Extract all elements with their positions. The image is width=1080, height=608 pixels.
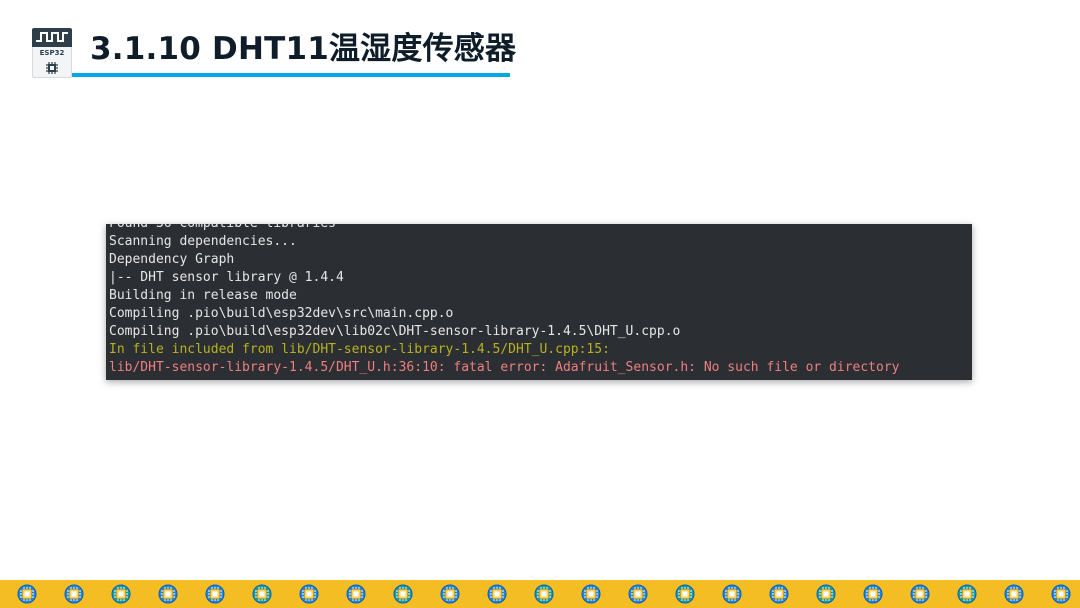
chip-icon <box>910 584 930 604</box>
footer-chip-row <box>0 580 1080 608</box>
chip-icon <box>487 584 507 604</box>
chip-icon <box>769 584 789 604</box>
chip-icon <box>581 584 601 604</box>
chip-icon <box>534 584 554 604</box>
terminal-log: Found 36 compatible librariesScanning de… <box>109 224 900 377</box>
chip-icon <box>863 584 883 604</box>
chip-icon <box>1004 584 1024 604</box>
chip-icon <box>111 584 131 604</box>
footer-band <box>0 580 1080 608</box>
chip-icon <box>816 584 836 604</box>
chip-icon <box>64 584 84 604</box>
chip-icon <box>252 584 272 604</box>
terminal-line: |-- DHT sensor library @ 1.4.4 <box>109 270 344 285</box>
chip-icon <box>158 584 178 604</box>
page-title: 3.1.10 DHT11温湿度传感器 <box>90 31 517 67</box>
terminal-line: Building in release mode <box>109 288 297 303</box>
chip-icon <box>46 62 58 74</box>
chip-icon <box>957 584 977 604</box>
logo-waveform-banner <box>32 28 72 47</box>
esp32-logo: ESP32 <box>32 28 72 78</box>
chip-icon <box>1051 584 1071 604</box>
slide-header: ESP32 3.1.10 DHT11温湿度传感器 <box>0 0 1080 90</box>
terminal-line: Found 36 compatible libraries <box>109 224 900 233</box>
chip-icon <box>628 584 648 604</box>
chip-icon <box>299 584 319 604</box>
terminal-line: Dependency Graph <box>109 252 235 267</box>
terminal-output-panel: Found 36 compatible librariesScanning de… <box>106 224 972 380</box>
waveform-icon <box>36 32 68 42</box>
chip-icon <box>675 584 695 604</box>
chip-icon <box>346 584 366 604</box>
logo-text: ESP32 <box>39 49 65 57</box>
chip-icon <box>440 584 460 604</box>
terminal-line: Scanning dependencies... <box>109 234 297 249</box>
terminal-line: Compiling .pio\build\esp32dev\src\main.c… <box>109 306 454 321</box>
terminal-line: In file included from lib/DHT-sensor-lib… <box>109 342 610 357</box>
chip-icon <box>393 584 413 604</box>
chip-icon <box>17 584 37 604</box>
chip-icon <box>722 584 742 604</box>
terminal-line: Compiling .pio\build\esp32dev\lib02c\DHT… <box>109 324 681 339</box>
chip-icon <box>205 584 225 604</box>
terminal-line: lib/DHT-sensor-library-1.4.5/DHT_U.h:36:… <box>109 360 900 375</box>
title-underline <box>72 73 510 77</box>
